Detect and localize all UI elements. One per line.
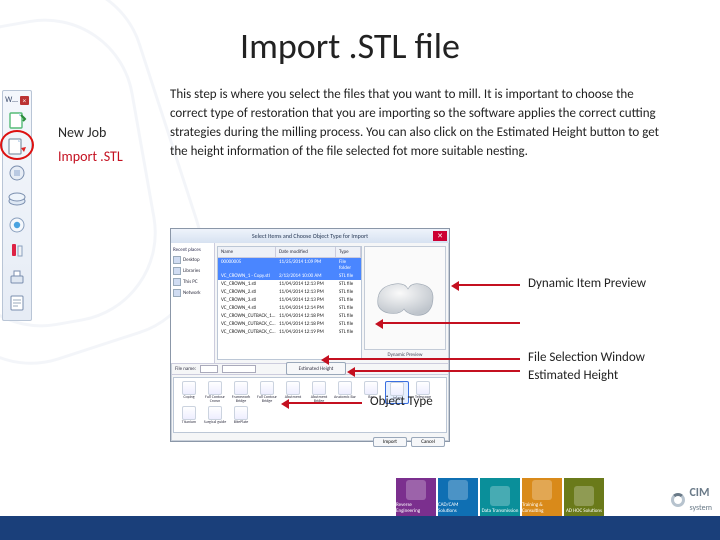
tool-mill-icon[interactable] bbox=[6, 240, 28, 262]
object-type-item[interactable]: Framework Bridge bbox=[229, 381, 253, 404]
object-type-icon bbox=[260, 381, 274, 395]
import-dialog-window: Select Items and Choose Object Type for … bbox=[170, 228, 450, 442]
preview-pane: Dynamic Preview bbox=[364, 246, 446, 360]
object-type-icon bbox=[182, 381, 196, 395]
object-type-icon bbox=[208, 381, 222, 395]
callout-object-type: Object Type bbox=[370, 394, 433, 409]
object-type-item[interactable]: Titanium bbox=[177, 406, 201, 425]
callout-estimated-height: Estimated Height bbox=[528, 368, 618, 383]
tool-generic-2-icon[interactable] bbox=[6, 214, 28, 236]
table-row[interactable]: VC_CROWN_4.stl11/04/2014 12:14 PMSTL fil… bbox=[218, 304, 361, 312]
object-type-icon bbox=[234, 381, 248, 395]
tile-icon bbox=[574, 486, 594, 506]
tile-icon bbox=[490, 486, 510, 506]
table-row[interactable]: 0000000511/25/2014 1:09 PMFile folder bbox=[218, 258, 361, 272]
arrow-icon bbox=[378, 322, 520, 324]
folder-icon bbox=[173, 267, 181, 275]
nav-item[interactable]: Network bbox=[173, 289, 212, 297]
footer-tile: Data Transmission bbox=[480, 478, 520, 516]
nav-item[interactable]: Libraries bbox=[173, 267, 212, 275]
step-new-job-label: New Job bbox=[58, 124, 106, 141]
object-type-icon bbox=[234, 406, 248, 420]
dialog-close-icon[interactable]: ✕ bbox=[433, 231, 447, 241]
object-type-icon bbox=[182, 406, 196, 420]
nav-item[interactable]: This PC bbox=[173, 278, 212, 286]
footer-tile: Reverse Engineering bbox=[396, 478, 436, 516]
brand-logo-icon bbox=[671, 493, 685, 507]
tool-nesting-icon[interactable] bbox=[6, 188, 28, 210]
table-row[interactable]: VC_CROWN_CUTBACK_C…11/04/2014 12:18 PMST… bbox=[218, 320, 361, 328]
folder-icon bbox=[173, 256, 181, 264]
preview-box bbox=[364, 246, 446, 350]
tile-icon bbox=[448, 480, 468, 500]
dialog-nav-column: Recent places Desktop Libraries This PC … bbox=[171, 243, 215, 363]
footer-tiles: Reverse Engineering CAD/CAM Solutions Da… bbox=[396, 478, 604, 516]
dialog-titlebar: Select Items and Choose Object Type for … bbox=[171, 229, 449, 243]
callout-file-selection: File Selection Window bbox=[528, 350, 645, 365]
nav-header: Recent places bbox=[173, 247, 212, 253]
page-title: Import .STL file bbox=[240, 24, 460, 68]
arrow-icon bbox=[350, 370, 520, 372]
footer-tile: AD HOC Solutions bbox=[564, 478, 604, 516]
toolbar-tab-label: W… bbox=[5, 95, 18, 105]
object-type-item[interactable]: BitePlate bbox=[229, 406, 253, 425]
table-row[interactable]: VC_CROWN_3.stl11/04/2014 12:13 PMSTL fil… bbox=[218, 296, 361, 304]
step-import-stl-label: Import .STL bbox=[58, 148, 123, 165]
object-type-icon bbox=[208, 406, 222, 420]
object-type-icon bbox=[286, 381, 300, 395]
file-list-header: Name Date modified Type bbox=[218, 247, 361, 258]
object-type-icon bbox=[364, 381, 378, 395]
table-row[interactable]: VC_CROWN_2.stl11/04/2014 12:13 PMSTL fil… bbox=[218, 288, 361, 296]
close-icon[interactable]: × bbox=[20, 96, 29, 105]
object-type-icon bbox=[312, 381, 326, 395]
arrow-icon bbox=[324, 358, 520, 360]
tool-new-job-icon[interactable] bbox=[6, 110, 28, 132]
arrow-icon bbox=[454, 284, 520, 286]
folder-icon bbox=[173, 278, 181, 286]
object-type-item[interactable]: Coping bbox=[177, 381, 201, 404]
tool-output-icon[interactable] bbox=[6, 266, 28, 288]
tile-icon bbox=[532, 480, 552, 500]
page-description: This step is where you select the files … bbox=[170, 86, 670, 161]
footer-tile: Training & Consulting bbox=[522, 478, 562, 516]
tool-report-icon[interactable] bbox=[6, 292, 28, 314]
brand-logo: CIMsystem bbox=[671, 486, 712, 514]
object-type-item[interactable]: Surgical guide bbox=[203, 406, 227, 425]
object-type-item[interactable]: Full Contour Crown bbox=[203, 381, 227, 404]
tooth-preview-icon bbox=[370, 275, 440, 321]
filename-label: File name: bbox=[175, 366, 196, 372]
workflow-toolbar: W… × bbox=[2, 90, 32, 321]
table-row[interactable]: VC_CROWN_CUTBACK_1…11/04/2014 12:18 PMST… bbox=[218, 312, 361, 320]
toolbar-tab[interactable]: W… × bbox=[3, 94, 31, 106]
file-list-pane[interactable]: Name Date modified Type 0000000511/25/20… bbox=[217, 246, 362, 360]
filetype-select[interactable] bbox=[222, 365, 256, 373]
tool-generic-1-icon[interactable] bbox=[6, 162, 28, 184]
footer-tile: CAD/CAM Solutions bbox=[438, 478, 478, 516]
object-type-item[interactable]: Anatomic Bar bbox=[333, 381, 357, 404]
object-type-icon bbox=[416, 381, 430, 395]
footer-band bbox=[0, 516, 720, 540]
callout-dynamic-preview: Dynamic Item Preview bbox=[528, 276, 646, 291]
arrow-icon bbox=[284, 402, 362, 404]
cancel-button[interactable]: Cancel bbox=[411, 437, 445, 447]
import-button[interactable]: Import bbox=[373, 437, 407, 447]
dialog-action-row: Import Cancel bbox=[171, 435, 449, 449]
tile-icon bbox=[406, 480, 426, 500]
tool-import-stl-icon[interactable] bbox=[6, 136, 28, 158]
folder-icon bbox=[173, 289, 181, 297]
table-row[interactable]: VC_CROWN_1 - Copy.stl2/13/2014 10:00 AMS… bbox=[218, 272, 361, 280]
dialog-title: Select Items and Choose Object Type for … bbox=[252, 232, 368, 240]
object-type-item[interactable]: Abutment Bridge bbox=[307, 381, 331, 404]
table-row[interactable]: VC_CROWN_CUTBACK_C…11/04/2014 12:19 PMST… bbox=[218, 328, 361, 336]
nav-item[interactable]: Desktop bbox=[173, 256, 212, 264]
object-type-icon bbox=[338, 381, 352, 395]
table-row[interactable]: VC_CROWN_1.stl11/04/2014 12:13 PMSTL fil… bbox=[218, 280, 361, 288]
filename-field[interactable] bbox=[200, 365, 218, 373]
